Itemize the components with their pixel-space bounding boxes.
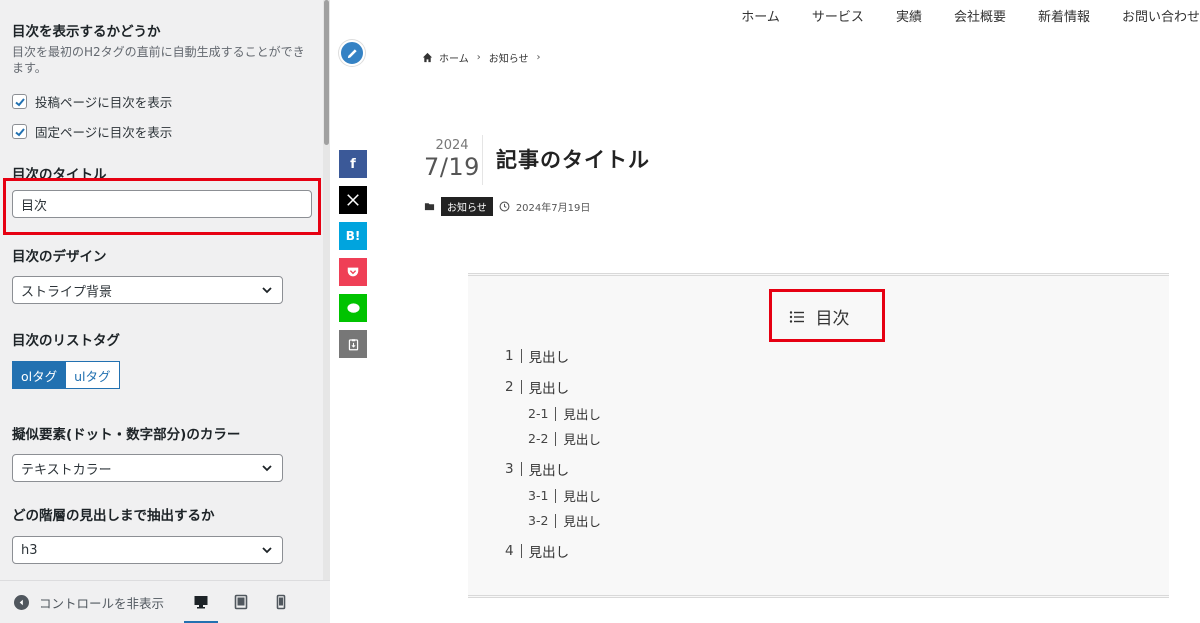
x-share-icon[interactable] [339,186,367,214]
toc-item-4[interactable]: 4 見出し [505,541,569,561]
customizer-panel: 目次を表示するかどうか 目次を最初のH2タグの直前に自動生成することができます。… [0,0,330,623]
post-year: 2024 [435,138,469,153]
nav-item-home[interactable]: ホーム [741,6,780,25]
chevron-down-icon [262,287,272,294]
toc-pseudo-color-heading: 擬似要素(ドット・数字部分)のカラー [12,427,241,443]
checkbox-post[interactable] [12,94,27,109]
scrollbar-thumb[interactable] [324,0,329,145]
check-icon [14,127,25,136]
chevron-right-icon: › [536,52,541,63]
home-icon [422,52,433,63]
toc-item-2[interactable]: 2 見出し [505,377,569,397]
post-month-day: 7/19 [424,153,480,181]
hide-controls-label: コントロールを非表示 [39,595,165,611]
toc-depth-heading: どの階層の見出しまで抽出するか [12,508,215,524]
panel-scroll-area: 目次を表示するかどうか 目次を最初のH2タグの直前に自動生成することができます。… [0,0,323,580]
toc-list-tag-toggle: olタグ ulタグ [12,361,120,389]
ul-tag-button[interactable]: ulタグ [66,361,120,389]
ol-tag-button[interactable]: olタグ [12,361,67,389]
highlight-box-toc-title [3,178,321,235]
pocket-share-icon[interactable] [339,258,367,286]
nav-item-contact[interactable]: お問い合わせ [1122,6,1200,25]
toc-item-3-1[interactable]: 3-1 見出し [528,486,601,505]
chevron-right-icon: › [476,52,481,63]
tablet-icon[interactable] [230,581,252,623]
toc-list-tag-heading: 目次のリストタグ [12,333,120,349]
toc-item-3-2[interactable]: 3-2 見出し [528,511,601,530]
mobile-icon[interactable] [270,581,292,623]
toc-item-1[interactable]: 1 見出し [505,346,569,366]
chevron-down-icon [262,465,272,472]
chevron-down-icon [262,547,272,554]
date-divider [482,135,483,185]
hatena-share-icon[interactable]: B! [339,222,367,250]
check-icon [14,97,25,106]
checkbox-row-page[interactable]: 固定ページに目次を表示 [12,122,172,141]
breadcrumb: ホーム › お知らせ › [422,50,543,65]
device-switcher [184,581,292,623]
checkbox-page-label: 固定ページに目次を表示 [35,125,173,140]
checkbox-page[interactable] [12,124,27,139]
checkbox-row-post[interactable]: 投稿ページに目次を表示 [12,92,172,111]
panel-scrollbar[interactable] [323,0,330,580]
edit-shortcut-icon[interactable] [339,40,365,66]
nav-item-works[interactable]: 実績 [896,6,922,25]
customizer-footer: コントロールを非表示 [0,580,330,623]
facebook-share-icon[interactable]: f [339,150,367,178]
toc-item-2-1[interactable]: 2-1 見出し [528,404,601,423]
toc-item-3[interactable]: 3 見出し [505,459,569,479]
breadcrumb-category[interactable]: お知らせ [489,50,529,65]
toc-pseudo-color-select[interactable]: テキストカラー [12,454,283,482]
post-date-block: 2024 7/19 [422,138,482,181]
toc-display-description: 目次を最初のH2タグの直前に自動生成することができます。 [12,45,305,75]
post-meta: お知らせ 2024年7月19日 [424,197,590,216]
post-title: 記事のタイトル [496,148,650,172]
nav-item-service[interactable]: サービス [812,6,864,25]
site-preview: ホーム サービス 実績 会社概要 新着情報 お問い合わせ ホーム › お知らせ … [331,0,1200,623]
post-date: 2024年7月19日 [515,203,591,214]
desktop-icon[interactable] [184,581,219,623]
toc-pseudo-color-value: テキストカラー [21,462,112,478]
breadcrumb-home[interactable]: ホーム [439,50,469,65]
toc-design-select[interactable]: ストライプ背景 [12,276,283,304]
toc-design-heading: 目次のデザイン [12,249,107,265]
collapse-arrow-icon [14,594,29,610]
toc-depth-value: h3 [21,542,38,558]
folder-icon [424,203,435,211]
toc-item-2-2[interactable]: 2-2 見出し [528,429,601,448]
nav-item-company[interactable]: 会社概要 [954,6,1006,25]
nav-item-news[interactable]: 新着情報 [1038,6,1090,25]
toc-design-value: ストライプ背景 [21,284,113,300]
copy-link-icon[interactable] [339,330,367,358]
checkbox-post-label: 投稿ページに目次を表示 [35,95,173,110]
line-share-icon[interactable] [339,294,367,322]
highlight-box-toc-header [769,289,885,342]
global-nav: ホーム サービス 実績 会社概要 新着情報 お問い合わせ [741,6,1200,25]
hide-controls-button[interactable]: コントロールを非表示 [14,593,164,612]
toc-display-title: 目次を表示するかどうか [12,24,161,40]
clock-icon [499,201,510,212]
category-badge[interactable]: お知らせ [441,197,493,216]
share-buttons: f B! [339,150,367,358]
toc-depth-select[interactable]: h3 [12,536,283,564]
